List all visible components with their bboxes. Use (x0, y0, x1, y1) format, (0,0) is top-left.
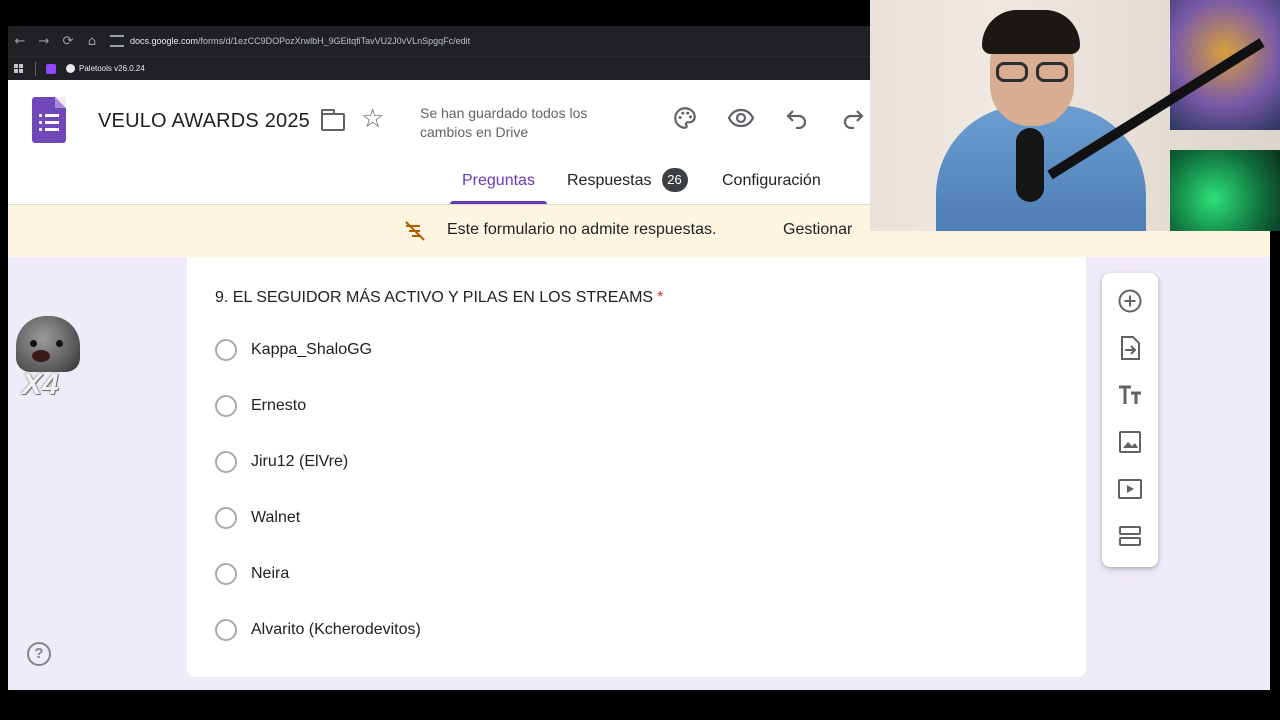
option-label: Neira (251, 565, 290, 582)
bookmark-paletools[interactable]: Paletools v26.0.24 (79, 64, 145, 73)
bookmarks-separator (35, 61, 36, 76)
add-section-icon[interactable] (1116, 522, 1144, 550)
option-row[interactable]: Alvarito (Kcherodevitos) (215, 618, 421, 642)
radio-button[interactable] (215, 563, 237, 585)
fish-emote-icon (16, 316, 80, 372)
tab-preguntas[interactable]: Preguntas (450, 168, 547, 205)
reload-icon[interactable]: ⟳ (56, 29, 80, 53)
add-image-icon[interactable] (1116, 428, 1144, 456)
star-icon[interactable]: ☆ (361, 106, 384, 132)
microphone-icon (1016, 128, 1044, 202)
radio-button[interactable] (215, 395, 237, 417)
redo-icon[interactable] (839, 104, 867, 132)
option-label: Ernesto (251, 397, 307, 414)
help-icon[interactable]: ? (27, 642, 51, 666)
floating-toolbar (1102, 273, 1158, 567)
twitch-bookmark-icon[interactable] (46, 63, 56, 74)
question-card[interactable]: 9. EL SEGUIDOR MÁS ACTIVO Y PILAS EN LOS… (187, 257, 1086, 677)
paletools-bookmark-icon (66, 64, 75, 73)
tab-respuestas[interactable]: Respuestas 26 (567, 168, 688, 205)
add-question-icon[interactable] (1116, 287, 1144, 315)
forward-icon[interactable]: → (32, 29, 56, 53)
question-title[interactable]: 9. EL SEGUIDOR MÁS ACTIVO Y PILAS EN LOS… (215, 289, 663, 307)
option-label: Kappa_ShaloGG (251, 341, 372, 358)
required-asterisk: * (657, 289, 664, 306)
add-title-icon[interactable] (1116, 381, 1144, 409)
background-light (1170, 150, 1280, 231)
url-path: /forms/d/1ezCC9DOPozXrwlbH_9GEitqfiTavVU… (198, 36, 471, 46)
radio-button[interactable] (215, 339, 237, 361)
tab-configuracion[interactable]: Configuración (722, 168, 821, 205)
undo-icon[interactable] (783, 104, 811, 132)
option-row[interactable]: Jiru12 (ElVre) (215, 450, 348, 474)
back-icon[interactable]: ← (8, 29, 32, 53)
url-bar[interactable]: docs.google.com /forms/d/1ezCC9DOPozXrwl… (110, 30, 470, 52)
manage-button[interactable]: Gestionar (783, 221, 852, 239)
option-label: Walnet (251, 509, 301, 526)
home-icon[interactable]: ⌂ (80, 29, 104, 53)
banner-message: Este formulario no admite respuestas. (447, 221, 717, 238)
option-label: Alvarito (Kcherodevitos) (251, 621, 421, 638)
option-row[interactable]: Walnet (215, 506, 300, 530)
apps-grid-icon[interactable] (14, 64, 23, 73)
site-settings-icon[interactable] (110, 35, 124, 47)
url-domain: docs.google.com (130, 36, 199, 46)
save-status: Se han guardado todos los cambios en Dri… (420, 105, 588, 140)
responses-count-badge: 26 (661, 168, 688, 192)
emote-multiplier: X4 (22, 368, 59, 401)
stream-emote-overlay: X4 (16, 316, 80, 408)
google-forms-logo-icon[interactable] (32, 97, 66, 143)
radio-button[interactable] (215, 451, 237, 473)
option-row[interactable]: Ernesto (215, 394, 306, 418)
radio-button[interactable] (215, 507, 237, 529)
streamer-glasses (992, 62, 1074, 82)
question-title-text: 9. EL SEGUIDOR MÁS ACTIVO Y PILAS EN LOS… (215, 289, 654, 306)
form-title[interactable]: VEULO AWARDS 2025 (98, 110, 310, 133)
import-questions-icon[interactable] (1116, 334, 1144, 362)
move-to-folder-icon[interactable] (321, 109, 345, 131)
preview-eye-icon[interactable] (727, 104, 755, 132)
option-row[interactable]: Kappa_ShaloGG (215, 338, 372, 362)
stream-frame: ← → ⟳ ⌂ docs.google.com /forms/d/1ezCC9D… (0, 0, 1280, 720)
option-label: Jiru12 (ElVre) (251, 453, 349, 470)
option-row[interactable]: Neira (215, 562, 289, 586)
tab-respuestas-label: Respuestas (567, 172, 652, 189)
tab-configuracion-label: Configuración (722, 172, 821, 189)
tab-preguntas-label: Preguntas (462, 172, 535, 189)
responses-off-icon (405, 221, 425, 241)
streamer-hair (982, 10, 1080, 54)
radio-button[interactable] (215, 619, 237, 641)
active-tab-indicator (450, 201, 547, 204)
palette-icon[interactable] (671, 104, 699, 132)
add-video-icon[interactable] (1116, 475, 1144, 503)
streamer-webcam (870, 0, 1280, 231)
